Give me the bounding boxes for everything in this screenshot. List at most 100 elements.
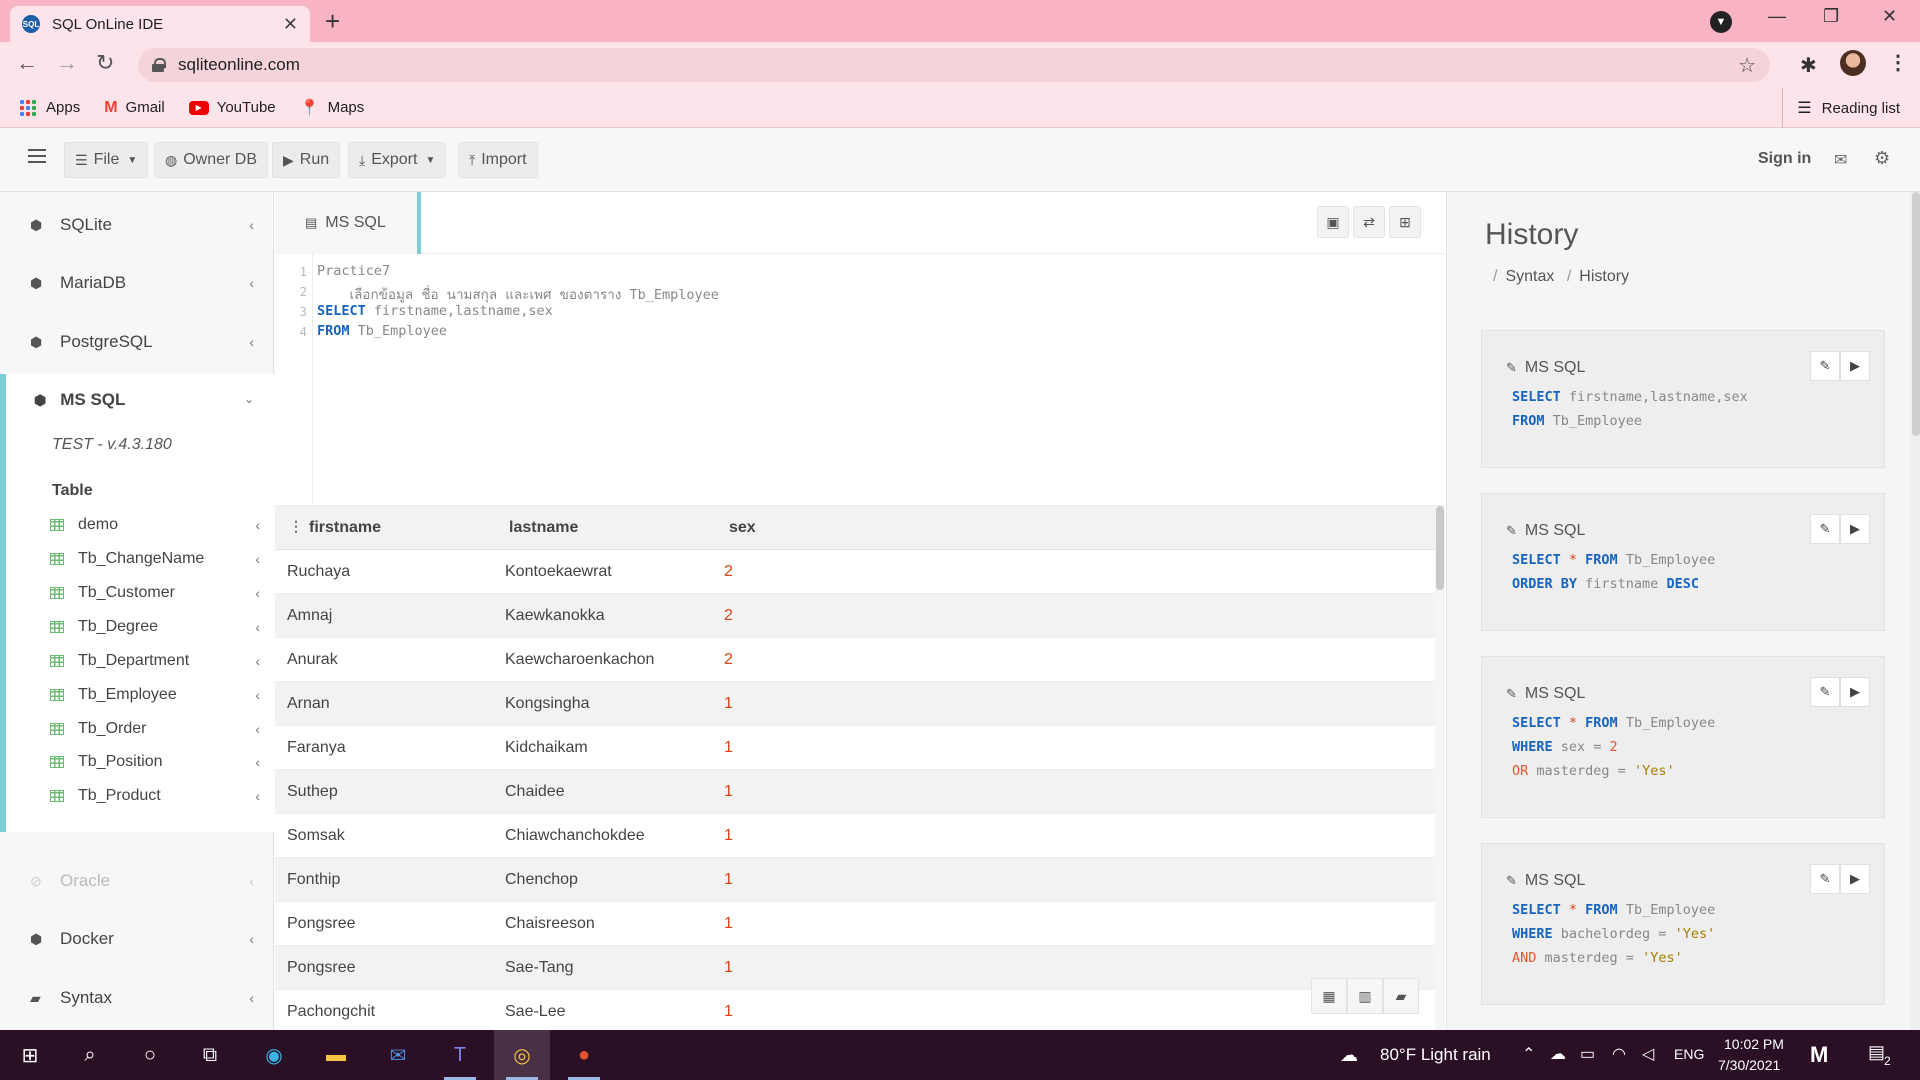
play-icon[interactable]: ▶ bbox=[1840, 514, 1870, 544]
reload-icon[interactable]: ↻ bbox=[96, 50, 114, 76]
table-row[interactable]: Amnaj Kaewkanokka 2 bbox=[275, 594, 1435, 638]
play-icon[interactable]: ▶ bbox=[1840, 351, 1870, 381]
owner-db-button[interactable]: ◍ Owner DB bbox=[154, 142, 269, 178]
bookmark-apps[interactable]: Apps bbox=[20, 99, 80, 116]
start-button[interactable]: ⊞ bbox=[2, 1030, 58, 1080]
history-card[interactable]: ✎ MS SQL ✎ ▶ SELECT * FROM Tb_Employee WHE… bbox=[1481, 656, 1885, 818]
new-tab-button[interactable]: + bbox=[325, 6, 340, 37]
play-icon[interactable]: ▶ bbox=[1840, 677, 1870, 707]
history-scrollbar[interactable] bbox=[1911, 192, 1920, 1030]
sign-in-link[interactable]: Sign in bbox=[1758, 150, 1811, 168]
edit-icon[interactable]: ✎ bbox=[1810, 864, 1840, 894]
sidebar-item-oracle[interactable]: ⊘ Oracle ‹ bbox=[0, 861, 274, 901]
table-row[interactable]: Ruchaya Kontoekaewrat 2 bbox=[275, 550, 1435, 594]
file-menu-button[interactable]: ☰ File ▼ bbox=[64, 142, 149, 178]
teams-taskbar-button[interactable]: T bbox=[432, 1030, 488, 1080]
bookmark-star-icon[interactable]: ☆ bbox=[1738, 53, 1756, 78]
clock-time[interactable]: 10:02 PM bbox=[1724, 1036, 1784, 1052]
table-item-tb-changename[interactable]: Tb_ChangeName ‹ bbox=[50, 544, 274, 574]
tab-ms-sql[interactable]: ▤ MS SQL bbox=[275, 192, 421, 254]
cortana-button[interactable]: ○ bbox=[122, 1030, 178, 1080]
mail-icon[interactable]: ✉ bbox=[1834, 150, 1847, 170]
minimize-icon[interactable]: — bbox=[1768, 6, 1786, 27]
scrollbar-thumb[interactable] bbox=[1436, 506, 1444, 590]
table-item-tb-department[interactable]: Tb_Department ‹ bbox=[50, 646, 274, 676]
wifi-icon[interactable]: ◠ bbox=[1612, 1044, 1626, 1064]
sidebar-item-mariadb[interactable]: ⬢ MariaDB ‹ bbox=[0, 263, 274, 303]
table-row[interactable]: Suthep Chaidee 1 bbox=[275, 770, 1435, 814]
breadcrumb-syntax[interactable]: Syntax bbox=[1505, 268, 1554, 285]
sidebar-item-postgresql[interactable]: ⬢ PostgreSQL ‹ bbox=[0, 322, 274, 362]
close-window-icon[interactable]: ✕ bbox=[1882, 6, 1897, 27]
table-item-tb-customer[interactable]: Tb_Customer ‹ bbox=[50, 578, 274, 608]
address-bar[interactable]: sqliteonline.com ☆ bbox=[138, 48, 1770, 82]
forward-icon[interactable]: → bbox=[56, 50, 78, 76]
table-row[interactable]: Pongsree Sae-Tang 1 bbox=[275, 946, 1435, 990]
bookmark-maps[interactable]: 📍 Maps bbox=[300, 98, 365, 118]
table-item-tb-employee[interactable]: Tb_Employee ‹ bbox=[50, 680, 274, 710]
sidebar-item-syntax[interactable]: ▰ Syntax ‹ bbox=[0, 978, 274, 1018]
browser-tab[interactable]: SQL SQL OnLine IDE ✕ bbox=[10, 6, 310, 42]
tab-search-icon[interactable]: ▼ bbox=[1710, 11, 1732, 33]
column-header-firstname[interactable]: firstname bbox=[309, 519, 381, 537]
breadcrumb-history[interactable]: History bbox=[1579, 268, 1629, 285]
export-menu-button[interactable]: ⤓ Export ▼ bbox=[348, 142, 447, 178]
history-card[interactable]: ✎ MS SQL ✎ ▶ SELECT * FROM Tb_Employee WHE… bbox=[1481, 843, 1885, 1005]
profile-avatar[interactable] bbox=[1840, 50, 1866, 76]
bookmark-youtube[interactable]: ▶ YouTube bbox=[188, 99, 276, 116]
history-card[interactable]: ✎ MS SQL ✎ ▶ SELECT firstname,lastname,sex… bbox=[1481, 330, 1885, 468]
text-view-button[interactable]: ▰ bbox=[1383, 978, 1419, 1014]
bookmark-gmail[interactable]: M Gmail bbox=[104, 99, 165, 117]
file-explorer-taskbar-button[interactable]: ▬ bbox=[308, 1030, 364, 1080]
mail-taskbar-button[interactable]: ✉ bbox=[370, 1030, 426, 1080]
edge-taskbar-button[interactable]: ◉ bbox=[246, 1030, 302, 1080]
table-item-demo[interactable]: demo ‹ bbox=[50, 510, 274, 540]
table-item-tb-position[interactable]: Tb_Position ‹ bbox=[50, 747, 274, 777]
sql-editor[interactable]: 1 2 3 4 Practice7 เลือกข้อมูล ชื่อ นามสก… bbox=[275, 254, 1445, 506]
extensions-icon[interactable]: ✱ bbox=[1800, 53, 1817, 78]
hamburger-menu-icon[interactable] bbox=[28, 149, 46, 163]
table-row[interactable]: Anurak Kaewcharoenkachon 2 bbox=[275, 638, 1435, 682]
edit-icon[interactable]: ✎ bbox=[1810, 514, 1840, 544]
notification-icon[interactable]: ▤ bbox=[1868, 1042, 1885, 1063]
lock-icon[interactable] bbox=[152, 58, 166, 72]
table-item-tb-order[interactable]: Tb_Order ‹ bbox=[50, 714, 274, 744]
language-indicator[interactable]: ENG bbox=[1674, 1046, 1704, 1062]
gear-icon[interactable]: ⚙ bbox=[1874, 148, 1890, 169]
import-button[interactable]: ⤒ Import bbox=[458, 142, 538, 178]
weather-text[interactable]: 80°F Light rain bbox=[1380, 1045, 1491, 1065]
table-item-tb-product[interactable]: Tb_Product ‹ bbox=[50, 781, 274, 811]
edit-icon[interactable]: ✎ bbox=[1810, 677, 1840, 707]
battery-icon[interactable]: ▭ bbox=[1580, 1044, 1595, 1064]
restore-icon[interactable]: ❐ bbox=[1823, 6, 1839, 27]
table-row[interactable]: Fonthip Chenchop 1 bbox=[275, 858, 1435, 902]
column-menu-icon[interactable]: ⋮ bbox=[289, 518, 303, 535]
history-card[interactable]: ✎ MS SQL ✎ ▶ SELECT * FROM Tb_Employee ORD… bbox=[1481, 493, 1885, 631]
save-query-button[interactable]: ▣ bbox=[1317, 206, 1349, 238]
play-icon[interactable]: ▶ bbox=[1840, 864, 1870, 894]
column-header-lastname[interactable]: lastname bbox=[509, 519, 578, 537]
table-row[interactable]: Pongsree Chaisreeson 1 bbox=[275, 902, 1435, 946]
search-button[interactable]: ⌕ bbox=[62, 1030, 118, 1080]
chrome-taskbar-button[interactable]: ◎ bbox=[494, 1030, 550, 1080]
close-tab-icon[interactable]: ✕ bbox=[283, 14, 298, 35]
run-button[interactable]: ▶ Run bbox=[272, 142, 341, 178]
edit-icon[interactable]: ✎ bbox=[1810, 351, 1840, 381]
chevron-down-icon[interactable]: ⌄ bbox=[244, 392, 254, 406]
table-view-button[interactable]: ▦ bbox=[1311, 978, 1347, 1014]
sidebar-item-mssql[interactable]: ⬢ MS SQL bbox=[34, 390, 125, 410]
back-icon[interactable]: ← bbox=[16, 50, 38, 76]
grid-scrollbar[interactable] bbox=[1435, 506, 1445, 1030]
new-query-button[interactable]: ⊞ bbox=[1389, 206, 1421, 238]
table-row[interactable]: Somsak Chiawchanchokdee 1 bbox=[275, 814, 1435, 858]
onedrive-icon[interactable]: ☁ bbox=[1550, 1044, 1566, 1064]
chevron-up-icon[interactable]: ⌃ bbox=[1522, 1044, 1535, 1064]
meet-now-icon[interactable]: M bbox=[1810, 1042, 1828, 1068]
task-view-button[interactable]: ⧉ bbox=[182, 1030, 238, 1080]
volume-icon[interactable]: ◁ bbox=[1642, 1044, 1654, 1064]
table-row[interactable]: Arnan Kongsingha 1 bbox=[275, 682, 1435, 726]
sidebar-item-sqlite[interactable]: ⬢ SQLite ‹ bbox=[0, 205, 274, 245]
table-item-tb-degree[interactable]: Tb_Degree ‹ bbox=[50, 612, 274, 642]
sidebar-item-docker[interactable]: ⬢ Docker ‹ bbox=[0, 919, 274, 959]
chart-view-button[interactable]: ▥ bbox=[1347, 978, 1383, 1014]
